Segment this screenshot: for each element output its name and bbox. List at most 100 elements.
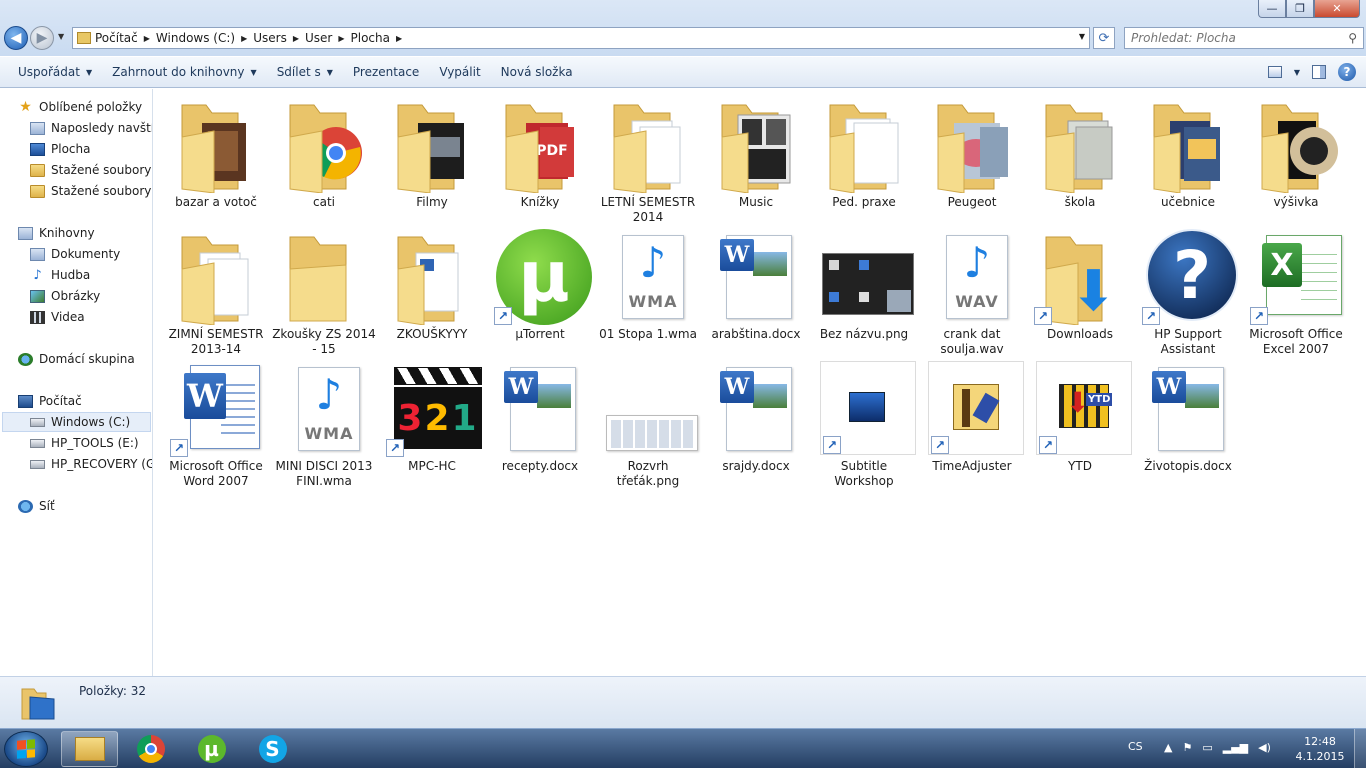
address-bar[interactable]: Počítač ▶ Windows (C:) ▶ Users ▶ User ▶ Ploc… — [72, 27, 1090, 49]
file-item[interactable]: W arabština.docx — [704, 225, 808, 355]
shortcut-item[interactable]: W ↗ Microsoft Office Word 2007 — [164, 357, 268, 488]
shortcut-item[interactable]: ? ↗ HP Support Assistant — [1136, 225, 1240, 356]
action-center-flag-icon[interactable]: ⚑ — [1182, 741, 1192, 754]
help-icon[interactable]: ? — [1338, 63, 1356, 81]
breadcrumb-drive[interactable]: Windows (C:) ▶ — [156, 31, 247, 45]
shortcut-item[interactable]: µ ↗ µTorrent — [488, 225, 592, 355]
address-dropdown-icon[interactable]: ▼ — [1079, 32, 1085, 41]
file-name: Bez názvu.png — [819, 327, 909, 341]
chevron-right-icon[interactable]: ▶ — [241, 34, 247, 43]
search-icon[interactable]: ⚲ — [1348, 31, 1357, 45]
maximize-button[interactable]: ❐ — [1286, 0, 1314, 18]
breadcrumb-users[interactable]: Users ▶ — [253, 31, 299, 45]
nav-drive-g[interactable]: HP_RECOVERY (G:) — [30, 454, 152, 474]
new-folder-button[interactable]: Nová složka — [491, 60, 583, 84]
burn-label: Vypálit — [439, 65, 481, 79]
file-item[interactable]: ♪ WAV crank dat soulja.wav — [920, 225, 1024, 356]
organize-menu[interactable]: Uspořádat ▼ — [8, 60, 102, 84]
folder-item[interactable]: ZIMNÍ SEMESTR 2013-14 — [164, 225, 268, 356]
folder-item[interactable]: cati — [272, 93, 376, 223]
chevron-right-icon[interactable]: ▶ — [144, 34, 150, 43]
chevron-right-icon[interactable]: ▶ — [338, 34, 344, 43]
close-button[interactable]: ✕ — [1314, 0, 1360, 18]
breadcrumb-user[interactable]: User ▶ — [305, 31, 345, 45]
folder-icon — [289, 104, 362, 193]
document-page: ♪ WMA — [298, 367, 360, 451]
folder-item[interactable]: učebnice — [1136, 93, 1240, 223]
nav-videos[interactable]: Videa — [30, 307, 85, 327]
nav-recent-places[interactable]: Naposledy navštívené — [30, 118, 152, 138]
image-preview — [1185, 384, 1219, 408]
breadcrumb-desktop[interactable]: Plocha ▶ — [351, 31, 403, 45]
folder-item[interactable]: Zkoušky ZS 2014 - 15 — [272, 225, 376, 356]
taskbar-explorer[interactable] — [61, 731, 118, 767]
nav-downloads-1[interactable]: Stažené soubory — [30, 160, 151, 180]
folder-item[interactable]: ZKOUŠKYYY — [380, 225, 484, 355]
folder-item[interactable]: PDF Knížky — [488, 93, 592, 223]
folder-item[interactable]: Peugeot — [920, 93, 1024, 223]
recent-pages-dropdown[interactable]: ▼ — [58, 32, 64, 41]
taskbar-chrome[interactable] — [122, 731, 179, 767]
taskbar-utorrent[interactable]: µ — [183, 731, 240, 767]
share-with-menu[interactable]: Sdílet s ▼ — [267, 60, 343, 84]
shortcut-item[interactable]: 321 ↗ MPC-HC — [380, 357, 484, 487]
file-item[interactable]: ♪ WMA MINI DISCI 2013 FINI.wma — [272, 357, 376, 488]
nav-network[interactable]: Síť — [18, 496, 55, 516]
view-dropdown-icon[interactable]: ▼ — [1294, 68, 1300, 77]
minimize-button[interactable]: — — [1258, 0, 1286, 18]
refresh-button[interactable]: ⟳ — [1093, 27, 1115, 49]
file-item[interactable]: Rozvrh třeťák.png — [596, 357, 700, 488]
file-item[interactable]: W recepty.docx — [488, 357, 592, 487]
nav-drive-e[interactable]: HP_TOOLS (E:) — [30, 433, 139, 453]
nav-documents[interactable]: Dokumenty — [30, 244, 120, 264]
folder-item[interactable]: LETNÍ SEMESTR 2014 — [596, 93, 700, 224]
folder-item[interactable]: výšivka — [1244, 93, 1348, 223]
preview-pane-icon[interactable] — [1312, 65, 1326, 79]
folder-item[interactable]: Music — [704, 93, 808, 223]
forward-button[interactable]: ▶ — [30, 26, 54, 50]
file-name: Ped. praxe — [832, 195, 896, 209]
network-signal-icon[interactable]: ▂▄▆ — [1223, 741, 1248, 754]
shortcut-item[interactable]: X ↗ Microsoft Office Excel 2007 — [1244, 225, 1348, 356]
show-desktop-button[interactable] — [1354, 729, 1366, 768]
file-item[interactable]: Bez názvu.png — [812, 225, 916, 355]
shortcut-item[interactable]: ⬇ ↗ Downloads — [1028, 225, 1132, 355]
breadcrumb-computer[interactable]: Počítač ▶ — [95, 31, 150, 45]
nav-favorites[interactable]: ★ Oblíbené položky — [18, 97, 142, 117]
change-view-icon[interactable] — [1267, 66, 1282, 78]
folder-item[interactable]: Ped. praxe — [812, 93, 916, 223]
folder-item[interactable]: škola — [1028, 93, 1132, 223]
folder-item[interactable]: Filmy — [380, 93, 484, 223]
back-button[interactable]: ◀ — [4, 26, 28, 50]
file-item[interactable]: ♪ WMA 01 Stopa 1.wma — [596, 225, 700, 355]
file-item[interactable]: W srajdy.docx — [704, 357, 808, 487]
file-name: Knížky — [520, 195, 560, 209]
shortcut-item[interactable]: ↗ TimeAdjuster — [920, 357, 1024, 487]
chevron-right-icon[interactable]: ▶ — [293, 34, 299, 43]
language-indicator[interactable]: CS — [1128, 740, 1143, 753]
shortcut-item[interactable]: ↗ Subtitle Workshop — [812, 357, 916, 488]
nav-pictures[interactable]: Obrázky — [30, 286, 100, 306]
folder-item[interactable]: bazar a votoč — [164, 93, 268, 223]
chevron-right-icon[interactable]: ▶ — [396, 34, 402, 43]
nav-computer[interactable]: Počítač — [18, 391, 82, 411]
shortcut-item[interactable]: ⬇ YTD ↗ YTD — [1028, 357, 1132, 487]
include-in-library-menu[interactable]: Zahrnout do knihovny ▼ — [102, 60, 267, 84]
show-hidden-icons-icon[interactable]: ▲ — [1164, 741, 1172, 754]
taskbar-skype[interactable]: S — [244, 731, 301, 767]
nav-downloads-2[interactable]: Stažené soubory — [30, 181, 151, 201]
nav-homegroup[interactable]: Domácí skupina — [18, 349, 135, 369]
monitor-icon[interactable]: ▭ — [1202, 741, 1212, 754]
slideshow-button[interactable]: Prezentace — [343, 60, 429, 84]
nav-music[interactable]: ♪ Hudba — [30, 265, 90, 285]
refresh-icon: ⟳ — [1098, 30, 1110, 46]
nav-desktop[interactable]: Plocha — [30, 139, 90, 159]
search-input[interactable] — [1125, 28, 1335, 48]
burn-button[interactable]: Vypálit — [429, 60, 490, 84]
start-button[interactable] — [4, 731, 48, 767]
file-item[interactable]: W Životopis.docx — [1136, 357, 1240, 487]
clock[interactable]: 12:48 4.1.2015 — [1292, 734, 1348, 764]
volume-icon[interactable]: ◀) — [1258, 741, 1271, 754]
nav-libraries[interactable]: Knihovny — [18, 223, 95, 243]
nav-drive-c[interactable]: Windows (C:) — [2, 412, 151, 432]
